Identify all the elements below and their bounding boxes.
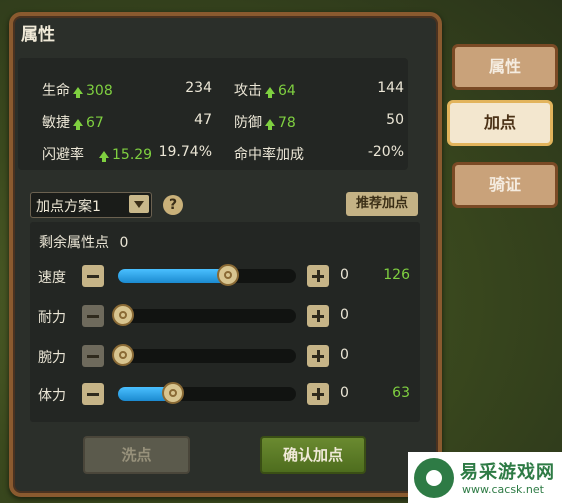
plan-select[interactable]: 加点方案1 xyxy=(30,192,152,218)
attr-total-vitality: 63 xyxy=(392,385,410,401)
stat-label: 闪避率 xyxy=(42,147,84,163)
remaining-points: 剩余属性点 0 xyxy=(39,232,128,252)
plus-button-stamina[interactable] xyxy=(307,305,329,327)
stat-defense: 防御 78 xyxy=(234,112,296,132)
remaining-value: 0 xyxy=(119,235,129,251)
attr-points-stamina: 0 xyxy=(340,307,349,323)
stat-attack: 攻击 64 xyxy=(234,80,296,100)
minus-button-speed[interactable] xyxy=(82,265,104,287)
stat-value: -20% xyxy=(367,144,404,160)
stat-value: 144 xyxy=(377,80,404,96)
attr-points-vitality: 0 xyxy=(340,385,349,401)
up-arrow-icon xyxy=(73,119,83,130)
watermark-url: www.cacsk.net xyxy=(462,483,544,496)
stat-value: 19.74% xyxy=(158,144,212,160)
minus-icon xyxy=(87,393,99,396)
help-icon[interactable]: ? xyxy=(163,195,183,215)
stat-hp: 生命 308 xyxy=(42,80,113,100)
minus-icon xyxy=(87,355,99,358)
minus-button-strength[interactable] xyxy=(82,345,104,367)
reset-button[interactable]: 洗点 xyxy=(83,436,190,474)
attr-points-speed: 0 xyxy=(340,267,349,283)
attr-label-vitality: 体力 xyxy=(38,388,66,404)
stat-agility: 敏捷 67 xyxy=(42,112,104,132)
attr-label-speed: 速度 xyxy=(38,270,66,286)
minus-button-vitality[interactable] xyxy=(82,383,104,405)
slider-knob[interactable] xyxy=(217,264,240,286)
tab-attributes[interactable]: 属性 xyxy=(452,44,558,90)
attr-label-strength: 腕力 xyxy=(38,350,66,366)
minus-icon xyxy=(87,275,99,278)
watermark-brand: 易采游戏网 xyxy=(460,462,555,483)
stat-dodge: 闪避率 15.29 xyxy=(42,144,152,164)
up-arrow-icon xyxy=(265,119,275,130)
up-arrow-icon xyxy=(73,87,83,98)
stat-hit-rate: 命中率加成 xyxy=(234,144,304,164)
stat-label: 攻击 xyxy=(234,83,262,99)
stat-label: 敏捷 xyxy=(42,115,70,131)
attr-total-speed: 126 xyxy=(383,267,410,283)
stat-bonus: 78 xyxy=(278,115,296,131)
stat-value: 50 xyxy=(386,112,404,128)
stat-bonus: 64 xyxy=(278,83,296,99)
plan-select-value: 加点方案1 xyxy=(36,199,101,215)
attr-points-strength: 0 xyxy=(340,347,349,363)
slider-knob[interactable] xyxy=(162,382,185,404)
up-arrow-icon xyxy=(265,87,275,98)
stat-value: 47 xyxy=(194,112,212,128)
panel-title: 属性 xyxy=(21,25,55,45)
slider-vitality[interactable] xyxy=(118,382,296,404)
minus-icon xyxy=(87,315,99,318)
slider-knob[interactable] xyxy=(112,344,135,366)
stat-label: 生命 xyxy=(42,83,70,99)
chevron-down-icon[interactable] xyxy=(129,195,149,213)
tab-mount[interactable]: 骑证 xyxy=(452,162,558,208)
plus-button-vitality[interactable] xyxy=(307,383,329,405)
tab-allocate[interactable]: 加点 xyxy=(447,100,553,146)
slider-stamina[interactable] xyxy=(112,304,296,326)
attr-label-stamina: 耐力 xyxy=(38,310,66,326)
site-logo-icon xyxy=(414,458,454,498)
stat-label: 命中率加成 xyxy=(234,147,304,163)
plus-button-speed[interactable] xyxy=(307,265,329,287)
slider-fill xyxy=(118,269,229,283)
stat-value: 234 xyxy=(185,80,212,96)
recommend-button[interactable]: 推荐加点 xyxy=(346,192,418,216)
slider-speed[interactable] xyxy=(118,264,296,286)
stat-bonus: 67 xyxy=(86,115,104,131)
up-arrow-icon xyxy=(99,151,109,162)
stat-label: 防御 xyxy=(234,115,262,131)
minus-button-stamina[interactable] xyxy=(82,305,104,327)
stat-bonus: 308 xyxy=(86,83,113,99)
confirm-button[interactable]: 确认加点 xyxy=(260,436,366,474)
slider-knob[interactable] xyxy=(112,304,135,326)
remaining-label: 剩余属性点 xyxy=(39,235,109,251)
watermark: 易采游戏网 www.cacsk.net xyxy=(408,452,562,503)
plus-button-strength[interactable] xyxy=(307,345,329,367)
stat-bonus: 15.29 xyxy=(112,147,153,163)
slider-strength[interactable] xyxy=(112,344,296,366)
